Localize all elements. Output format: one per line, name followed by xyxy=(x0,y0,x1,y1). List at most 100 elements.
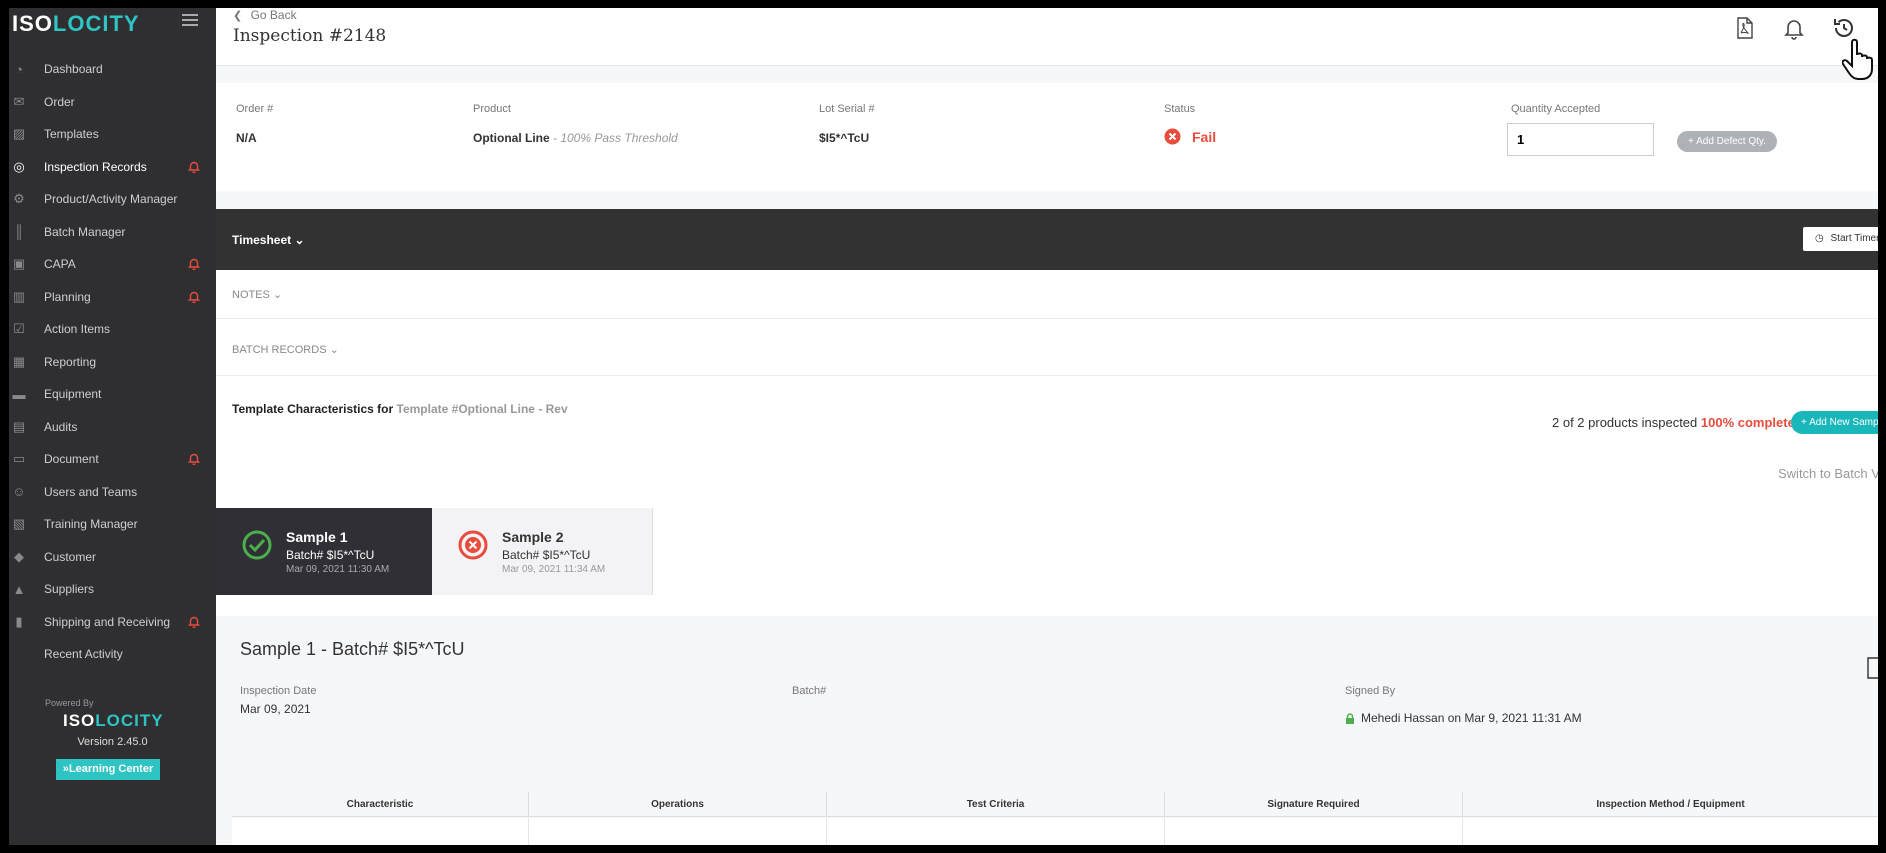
sidebar-item-inspection-records[interactable]: ◎ Inspection Records xyxy=(9,151,216,184)
pdf-icon[interactable] xyxy=(1732,16,1756,40)
sidebar-item-label: Users and Teams xyxy=(44,484,138,499)
quantity-accepted-input[interactable] xyxy=(1507,123,1654,156)
logo-text-iso: ISO xyxy=(12,11,53,36)
folder-icon: ▭ xyxy=(12,451,26,467)
truck-icon: ▬ xyxy=(12,386,26,402)
add-defect-qty-button[interactable]: + Add Defect Qty. xyxy=(1677,131,1777,152)
timesheet-toggle[interactable]: Timesheet ⌄ xyxy=(232,233,305,247)
version-label: Version 2.45.0 xyxy=(77,736,148,748)
sidebar-item-label: Document xyxy=(44,452,99,467)
sidebar-item-dashboard[interactable]: ◔ Dashboard xyxy=(9,53,216,86)
page-title: Inspection #2148 xyxy=(233,26,387,46)
sidebar-item-label: Dashboard xyxy=(44,62,103,77)
sample-detail: Sample 1 - Batch# $I5*^TcU Inspection Da… xyxy=(216,616,1878,766)
notes-toggle[interactable]: NOTES ⌄ xyxy=(232,288,282,301)
timesheet-bar: Timesheet ⌄ ◷ Start Timer xyxy=(216,209,1878,270)
sidebar-item-shipping-and-receiving[interactable]: ▮ Shipping and Receiving xyxy=(9,606,216,639)
switch-to-batch-view-link[interactable]: Switch to Batch View xyxy=(1778,466,1878,481)
table-cell xyxy=(827,818,1165,845)
inspection-records-icon: ◎ xyxy=(13,158,25,174)
notification-bell-icon[interactable] xyxy=(188,160,200,173)
hand-cursor-icon xyxy=(1842,38,1873,80)
learning-center-button[interactable]: »Learning Center xyxy=(56,759,160,780)
notification-bell-icon[interactable] xyxy=(188,290,200,303)
column-header[interactable]: Characteristic xyxy=(232,792,529,817)
template-link[interactable]: Template #Optional Line - Rev xyxy=(397,402,568,416)
map-icon: ▥ xyxy=(12,288,26,304)
sample-card-1[interactable]: Sample 1 Batch# $I5*^TcU Mar 09, 2021 11… xyxy=(216,508,432,595)
sidebar-item-planning[interactable]: ▥ Planning xyxy=(9,281,216,314)
sample-title: Sample 2 xyxy=(502,529,564,545)
table-cell xyxy=(1165,818,1463,845)
add-new-sample-button[interactable]: + Add New Sample xyxy=(1791,411,1878,434)
notification-bell-icon[interactable] xyxy=(188,257,200,270)
inspection-date-label: Inspection Date xyxy=(240,685,317,697)
sidebar-item-recent-activity[interactable]: Recent Activity xyxy=(9,638,216,671)
characteristics-title: Template Characteristics for Template #O… xyxy=(232,402,568,416)
inspection-progress: 2 of 2 products inspected 100% complete xyxy=(1552,415,1795,430)
sidebar-item-label: Planning xyxy=(44,289,91,304)
go-back-link[interactable]: ❮ Go Back xyxy=(233,8,297,22)
powered-by-label: Powered By xyxy=(45,698,94,708)
sample-title: Sample 1 xyxy=(286,529,348,545)
table-row xyxy=(232,818,1878,845)
sidebar-item-label: Audits xyxy=(44,419,78,434)
sidebar-item-batch-manager[interactable]: ║ Batch Manager xyxy=(9,216,216,249)
batch-label: Batch# xyxy=(792,685,827,697)
sample-card-2[interactable]: Sample 2 Batch# $I5*^TcU Mar 09, 2021 11… xyxy=(432,508,653,595)
notification-bell-icon[interactable] xyxy=(188,452,200,465)
column-header[interactable]: Operations xyxy=(529,792,827,817)
fail-circle-icon xyxy=(458,530,488,560)
sidebar-item-label: Equipment xyxy=(44,387,102,402)
pdf-icon[interactable] xyxy=(1866,656,1878,680)
sidebar-item-suppliers[interactable]: ▲ Suppliers xyxy=(9,573,216,606)
supplier-icon: ▲ xyxy=(12,581,26,597)
order-icon: ✉ xyxy=(13,93,25,109)
sidebar-item-training-manager[interactable]: ▧ Training Manager xyxy=(9,508,216,541)
sidebar-item-action-items[interactable]: ☑ Action Items xyxy=(9,313,216,346)
sidebar-item-templates[interactable]: ▨ Templates xyxy=(9,118,216,151)
templates-icon: ▨ xyxy=(12,126,26,142)
sidebar-item-label: Shipping and Receiving xyxy=(44,614,171,629)
sidebar-item-label: Batch Manager xyxy=(44,224,126,239)
tag-icon: ◆ xyxy=(14,548,24,564)
column-header[interactable]: Test Criteria xyxy=(827,792,1165,817)
sidebar-item-label: Order xyxy=(44,94,75,109)
checkbox-icon: ☑ xyxy=(13,321,25,337)
lot-serial-value: $I5*^TcU xyxy=(819,131,870,145)
sidebar-item-reporting[interactable]: ▦ Reporting xyxy=(9,346,216,379)
sample-date: Mar 09, 2021 11:30 AM xyxy=(286,564,390,575)
gear-icon: ⚙ xyxy=(13,191,25,207)
lot-serial-label: Lot Serial # xyxy=(819,103,875,115)
sidebar-item-customer[interactable]: ◆ Customer xyxy=(9,541,216,574)
status-label: Status xyxy=(1164,103,1196,115)
footer-logo: ISOLOCITY xyxy=(63,711,164,730)
start-timer-button[interactable]: ◷ Start Timer xyxy=(1803,227,1878,251)
app-logo[interactable]: ISOLOCITY xyxy=(12,11,140,37)
table-cell xyxy=(232,818,529,845)
sidebar-item-label: Training Manager xyxy=(44,517,138,532)
sidebar-item-capa[interactable]: ▣ CAPA xyxy=(9,248,216,281)
sidebar-item-label: Reporting xyxy=(44,354,97,369)
sidebar-item-document[interactable]: ▭ Document xyxy=(9,443,216,476)
sidebar-item-equipment[interactable]: ▬ Equipment xyxy=(9,378,216,411)
sample-date: Mar 09, 2021 11:34 AM xyxy=(502,564,606,575)
sidebar-item-label: Customer xyxy=(44,549,97,564)
bell-icon[interactable] xyxy=(1782,16,1806,40)
sidebar-item-order[interactable]: ✉ Order xyxy=(9,86,216,119)
sidebar-item-users-and-teams[interactable]: ☺ Users and Teams xyxy=(9,476,216,509)
history-icon[interactable] xyxy=(1832,16,1856,40)
column-header[interactable]: Inspection Method / Equipment xyxy=(1463,792,1878,817)
sidebar-item-audits[interactable]: ▤ Audits xyxy=(9,411,216,444)
menu-toggle-icon[interactable] xyxy=(182,14,198,26)
status-badge: Fail xyxy=(1164,128,1216,145)
chevron-down-icon: ⌄ xyxy=(269,289,283,301)
inspection-info: Order # N/A Product Optional Line - 100%… xyxy=(216,83,1878,191)
sidebar-item-product-activity-manager[interactable]: ⚙ Product/Activity Manager xyxy=(9,183,216,216)
column-header[interactable]: Signature Required xyxy=(1165,792,1463,817)
batch-records-toggle[interactable]: BATCH RECORDS ⌄ xyxy=(232,343,339,356)
notification-bell-icon[interactable] xyxy=(188,615,200,628)
check-circle-icon xyxy=(242,530,272,560)
sidebar: ISOLOCITY ◔ Dashboard ✉ Order ▨ Templates ◎ Ins… xyxy=(9,8,216,845)
top-bar: ❮ Go Back Inspection #2148 xyxy=(216,8,1878,80)
